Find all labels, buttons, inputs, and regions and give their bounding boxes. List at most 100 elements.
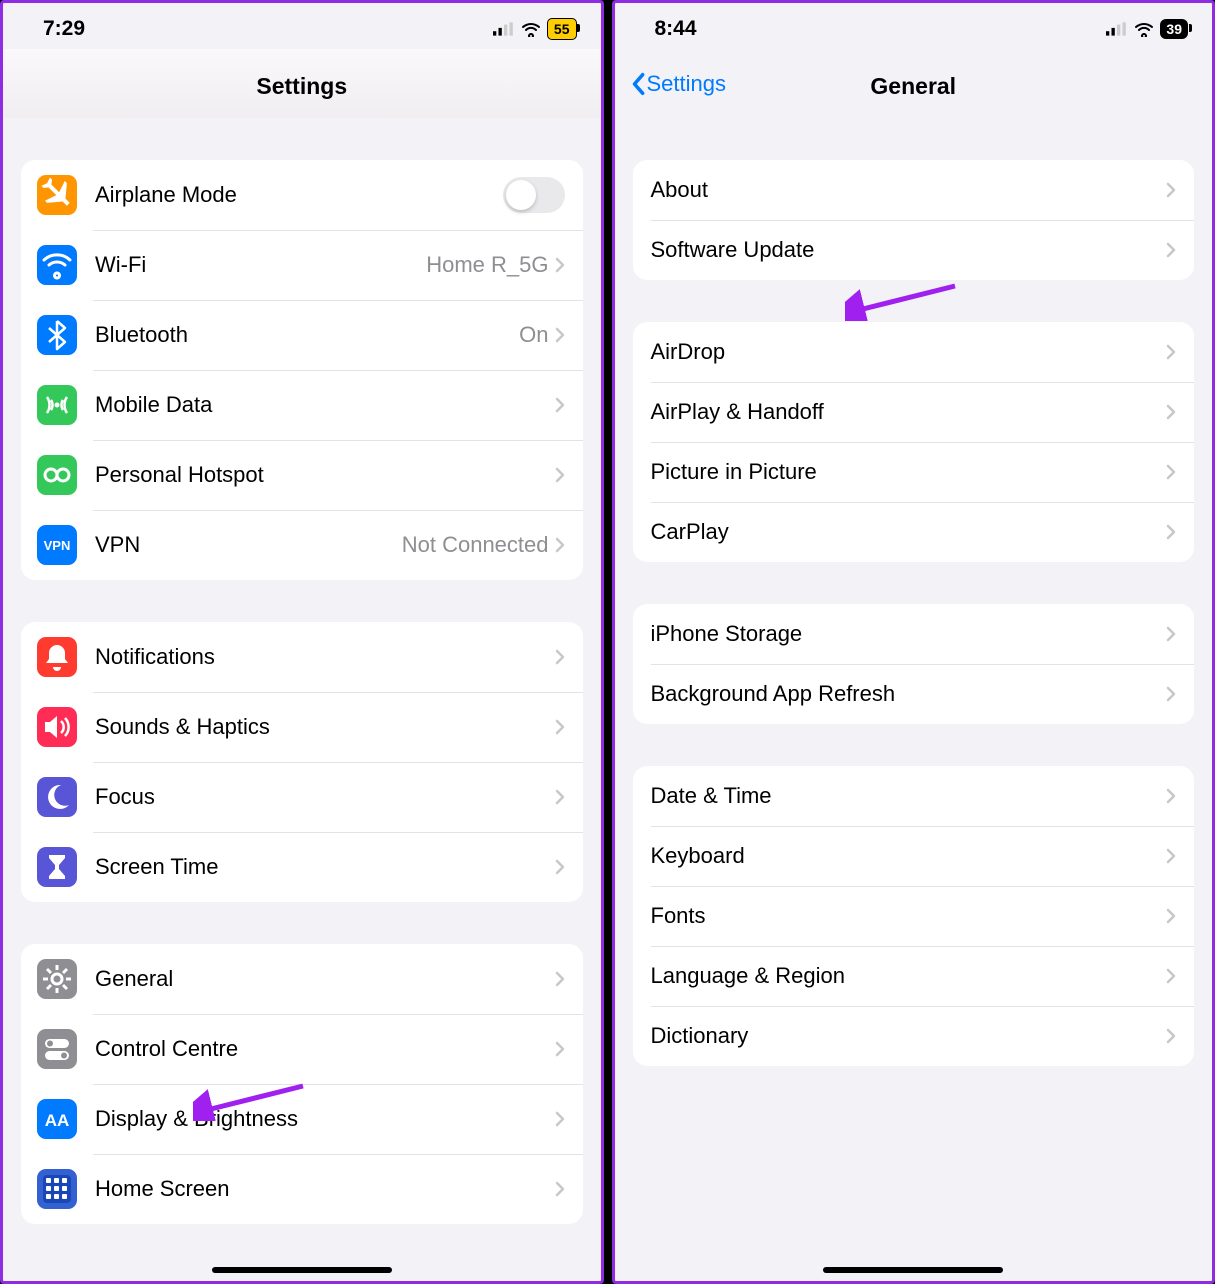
row-label: VPN <box>95 532 402 558</box>
antenna-icon <box>37 385 77 425</box>
navigation-header: Settings <box>3 49 601 118</box>
row-focus[interactable]: Focus <box>21 762 583 832</box>
cellular-icon <box>493 22 515 36</box>
chevron-right-icon <box>555 859 565 875</box>
row-label: Bluetooth <box>95 322 519 348</box>
chevron-right-icon <box>1166 908 1176 924</box>
row-label: Software Update <box>651 237 1167 263</box>
row-general[interactable]: General <box>21 944 583 1014</box>
aa-icon: AA <box>37 1099 77 1139</box>
row-background-app-refresh[interactable]: Background App Refresh <box>633 664 1195 724</box>
row-iphone-storage[interactable]: iPhone Storage <box>633 604 1195 664</box>
row-fonts[interactable]: Fonts <box>633 886 1195 946</box>
back-label: Settings <box>647 71 727 97</box>
wifi-status-icon <box>1134 21 1154 37</box>
row-label: Home Screen <box>95 1176 555 1202</box>
settings-group: AirDrop AirPlay & Handoff Picture in Pictu… <box>633 322 1195 562</box>
row-label: Background App Refresh <box>651 681 1167 707</box>
page-title: Settings <box>3 73 601 100</box>
settings-content[interactable]: Airplane ModeWi-FiHome R_5GBluetoothOnMo… <box>3 118 601 1281</box>
settings-group: iPhone Storage Background App Refresh <box>633 604 1195 724</box>
home-indicator[interactable] <box>212 1267 392 1273</box>
row-value: On <box>519 322 548 348</box>
row-display-brightness[interactable]: AA Display & Brightness <box>21 1084 583 1154</box>
row-home-screen[interactable]: Home Screen <box>21 1154 583 1224</box>
row-sounds-haptics[interactable]: Sounds & Haptics <box>21 692 583 762</box>
row-label: AirDrop <box>651 339 1167 365</box>
row-label: Notifications <box>95 644 555 670</box>
hourglass-icon <box>37 847 77 887</box>
row-screen-time[interactable]: Screen Time <box>21 832 583 902</box>
toggle-switch[interactable] <box>503 177 565 213</box>
row-control-centre[interactable]: Control Centre <box>21 1014 583 1084</box>
settings-group: Airplane ModeWi-FiHome R_5GBluetoothOnMo… <box>21 160 583 580</box>
row-language-region[interactable]: Language & Region <box>633 946 1195 1006</box>
row-label: Language & Region <box>651 963 1167 989</box>
row-dictionary[interactable]: Dictionary <box>633 1006 1195 1066</box>
battery-indicator: 39 <box>1160 19 1188 39</box>
settings-screen: 7:29 55 Settings Airplane ModeWi-FiHome … <box>0 0 604 1284</box>
chevron-right-icon <box>1166 968 1176 984</box>
row-label: Display & Brightness <box>95 1106 555 1132</box>
row-airplay-handoff[interactable]: AirPlay & Handoff <box>633 382 1195 442</box>
row-label: About <box>651 177 1167 203</box>
row-label: CarPlay <box>651 519 1167 545</box>
chevron-right-icon <box>1166 242 1176 258</box>
chevron-right-icon <box>1166 626 1176 642</box>
status-time: 7:29 <box>43 17 85 41</box>
vpn-icon: VPN <box>37 525 77 565</box>
row-personal-hotspot[interactable]: Personal Hotspot <box>21 440 583 510</box>
svg-text:AA: AA <box>45 1111 70 1130</box>
row-carplay[interactable]: CarPlay <box>633 502 1195 562</box>
bluetooth-icon <box>37 315 77 355</box>
battery-indicator: 55 <box>547 18 577 40</box>
toggles-icon <box>37 1029 77 1069</box>
row-picture-in-picture[interactable]: Picture in Picture <box>633 442 1195 502</box>
row-label: Dictionary <box>651 1023 1167 1049</box>
row-vpn[interactable]: VPNVPNNot Connected <box>21 510 583 580</box>
row-notifications[interactable]: Notifications <box>21 622 583 692</box>
status-time: 8:44 <box>655 17 697 41</box>
chevron-right-icon <box>555 1041 565 1057</box>
grid-icon <box>37 1169 77 1209</box>
general-content[interactable]: About Software Update AirDrop AirPlay & Han… <box>615 118 1213 1281</box>
row-date-time[interactable]: Date & Time <box>633 766 1195 826</box>
row-label: Wi-Fi <box>95 252 426 278</box>
chevron-right-icon <box>1166 182 1176 198</box>
chevron-right-icon <box>1166 686 1176 702</box>
status-bar: 7:29 55 <box>3 3 601 49</box>
chevron-right-icon <box>555 719 565 735</box>
row-label: Picture in Picture <box>651 459 1167 485</box>
row-bluetooth[interactable]: BluetoothOn <box>21 300 583 370</box>
back-button[interactable]: Settings <box>631 71 727 97</box>
chevron-right-icon <box>1166 464 1176 480</box>
wifi-icon <box>37 245 77 285</box>
chevron-left-icon <box>631 72 645 96</box>
row-label: AirPlay & Handoff <box>651 399 1167 425</box>
row-label: Airplane Mode <box>95 182 503 208</box>
row-label: Personal Hotspot <box>95 462 555 488</box>
navigation-header: Settings General <box>615 49 1213 118</box>
chevron-right-icon <box>555 1111 565 1127</box>
home-indicator[interactable] <box>823 1267 1003 1273</box>
row-keyboard[interactable]: Keyboard <box>633 826 1195 886</box>
chevron-right-icon <box>1166 1028 1176 1044</box>
row-about[interactable]: About <box>633 160 1195 220</box>
row-airdrop[interactable]: AirDrop <box>633 322 1195 382</box>
row-airplane-mode[interactable]: Airplane Mode <box>21 160 583 230</box>
chevron-right-icon <box>555 327 565 343</box>
general-screen: 8:44 39 Settings General About Software U… <box>612 0 1215 1284</box>
settings-group: GeneralControl Centre AA Display & Brightn… <box>21 944 583 1224</box>
row-software-update[interactable]: Software Update <box>633 220 1195 280</box>
settings-group: About Software Update <box>633 160 1195 280</box>
chevron-right-icon <box>555 467 565 483</box>
row-label: Screen Time <box>95 854 555 880</box>
row-label: iPhone Storage <box>651 621 1167 647</box>
row-wi-fi[interactable]: Wi-FiHome R_5G <box>21 230 583 300</box>
row-label: Mobile Data <box>95 392 555 418</box>
settings-group: Date & TimeKeyboardFonts Language & Regio… <box>633 766 1195 1066</box>
row-mobile-data[interactable]: Mobile Data <box>21 370 583 440</box>
row-label: Focus <box>95 784 555 810</box>
row-label: Sounds & Haptics <box>95 714 555 740</box>
wifi-status-icon <box>521 21 541 37</box>
